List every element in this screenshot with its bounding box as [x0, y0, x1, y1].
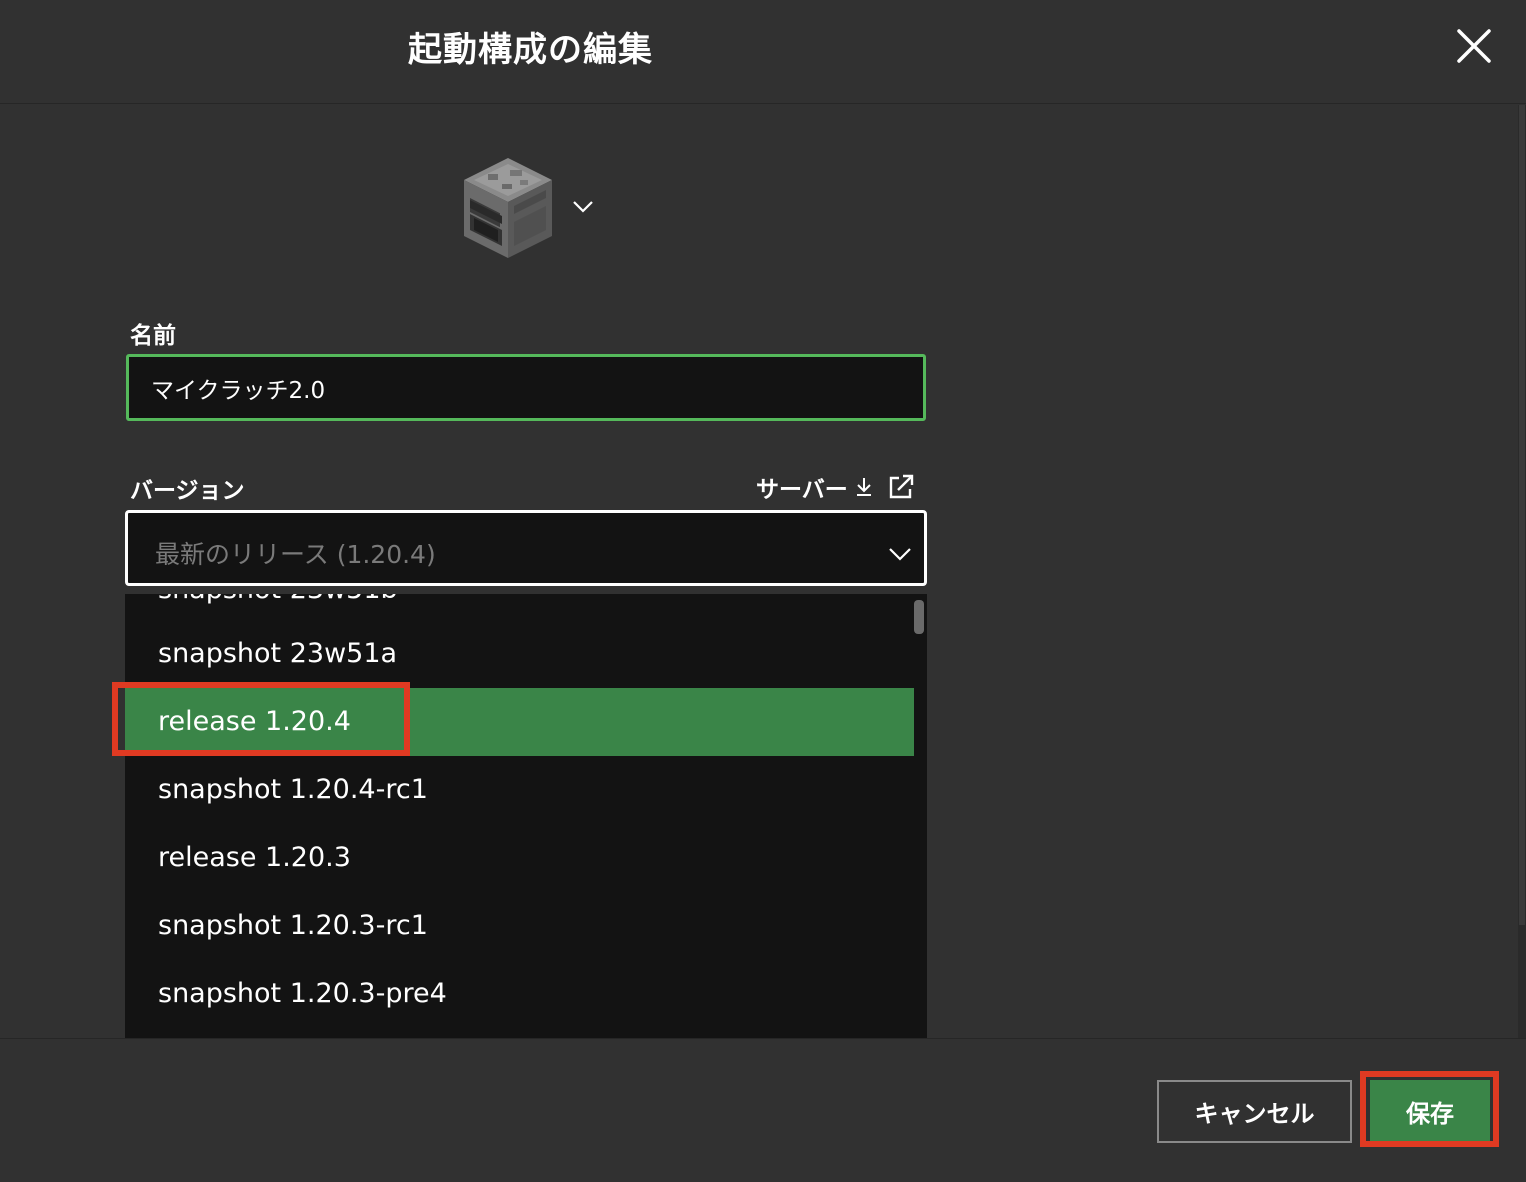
name-input[interactable] [126, 354, 926, 421]
content-scrollbar-thumb[interactable] [1519, 105, 1525, 925]
server-download-link[interactable]: サーバー [756, 470, 916, 504]
furnace-block-icon [464, 158, 552, 258]
version-option-selected[interactable]: release 1.20.4 [125, 688, 914, 756]
version-dropdown-list[interactable]: snapshot 23w51b snapshot 23w51a release … [125, 594, 927, 1038]
dialog-header: 起動構成の編集 [0, 0, 1526, 104]
content-scrollbar[interactable] [1518, 105, 1526, 1038]
version-option[interactable]: snapshot 23w51a [125, 620, 914, 688]
dialog-title: 起動構成の編集 [408, 30, 653, 70]
cancel-button[interactable]: キャンセル [1157, 1080, 1352, 1143]
external-link-icon [889, 474, 913, 499]
version-option[interactable]: snapshot 1.20.4-rc1 [125, 756, 914, 824]
version-option[interactable]: release 1.20.3 [125, 824, 914, 892]
chevron-down-icon[interactable] [572, 200, 594, 214]
name-label: 名前 [130, 323, 176, 349]
save-button[interactable]: 保存 [1370, 1080, 1490, 1143]
version-label: バージョン [130, 478, 245, 504]
version-option[interactable]: snapshot 1.20.3-rc1 [125, 892, 914, 960]
version-option[interactable]: snapshot 1.20.3-pre4 [125, 960, 914, 1028]
chevron-down-icon [889, 548, 911, 561]
server-link-label: サーバー [756, 477, 848, 503]
version-select[interactable]: 最新のリリース (1.20.4) [125, 510, 927, 586]
close-button[interactable] [1450, 22, 1498, 70]
close-icon [1457, 29, 1491, 63]
version-select-value: 最新のリリース (1.20.4) [155, 540, 436, 569]
download-icon [856, 478, 871, 496]
dropdown-scrollbar-thumb[interactable] [914, 600, 924, 634]
